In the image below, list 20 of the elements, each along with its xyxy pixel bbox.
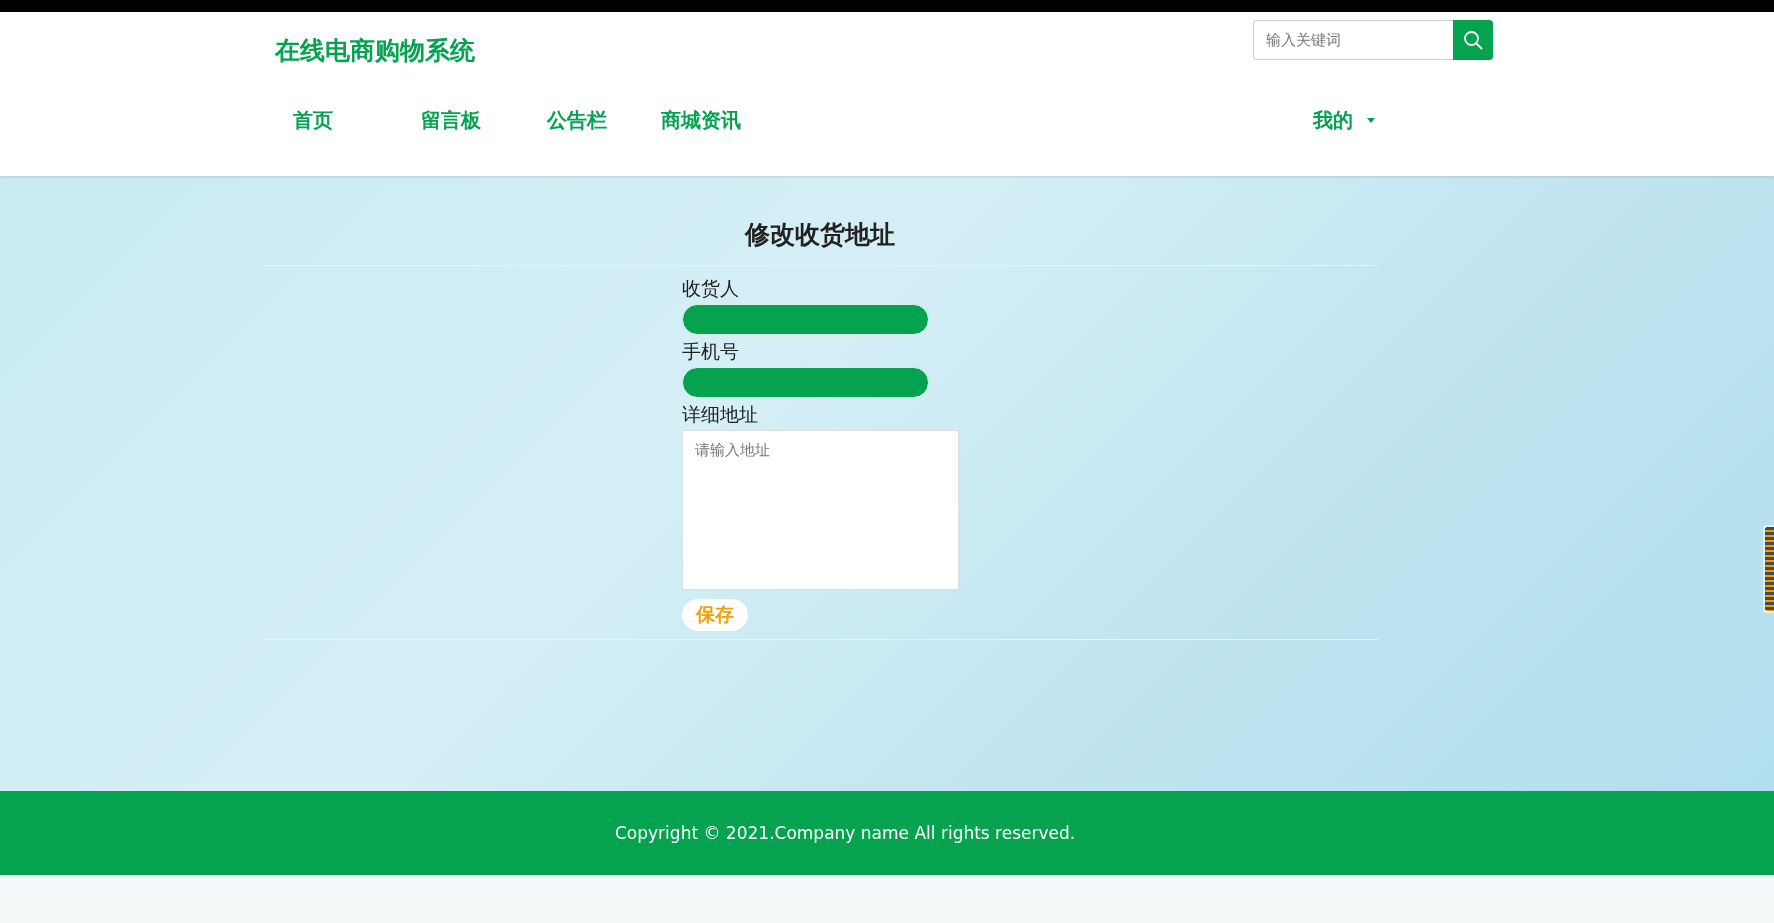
account-menu[interactable]: 我的 <box>1313 107 1375 134</box>
field-label: 收货人 <box>682 276 740 301</box>
side-handle[interactable] <box>1763 525 1774 613</box>
nav-link[interactable]: 留言板 <box>421 107 481 134</box>
caret-icon <box>1367 118 1375 123</box>
nav-link[interactable]: 公告栏 <box>547 107 607 134</box>
search-field[interactable]: 输入关键词 <box>1253 20 1453 60</box>
form-title: 修改收货地址 <box>262 218 1378 266</box>
search-button[interactable] <box>1453 20 1493 60</box>
input-field[interactable] <box>682 304 929 335</box>
search-icon <box>1463 30 1483 50</box>
copyright-text: Copyright © 2021.Company name All rights reserved. <box>615 823 1076 843</box>
nav-link[interactable]: 商城资讯 <box>661 107 741 134</box>
save-button[interactable]: 保存 <box>682 599 748 631</box>
field-label: 手机号 <box>682 339 740 364</box>
input-field[interactable] <box>682 367 929 398</box>
nav-link[interactable]: 首页 <box>293 107 333 134</box>
site-logo[interactable]: 在线电商购物系统 <box>275 34 475 67</box>
field-label: 详细地址 <box>682 402 759 427</box>
address-textarea[interactable]: 请输入地址 <box>682 430 959 590</box>
